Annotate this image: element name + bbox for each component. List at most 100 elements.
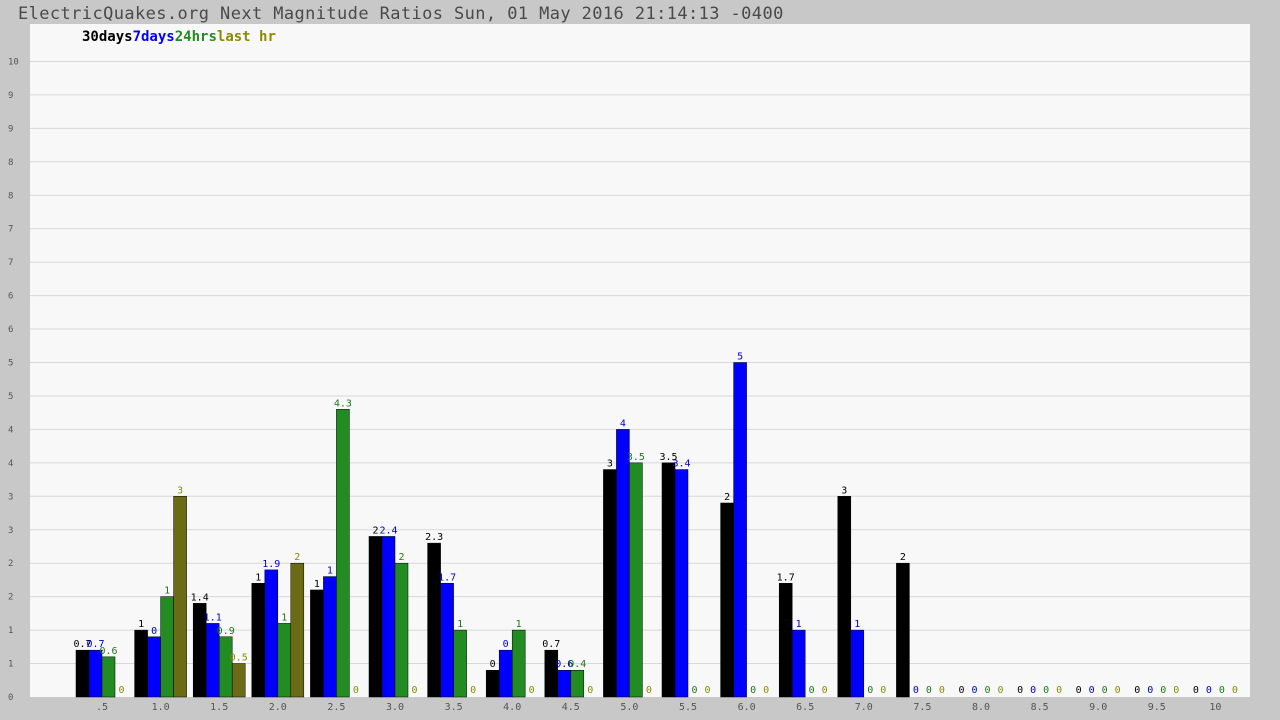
data-label: 0.4 — [568, 659, 586, 670]
data-label: 0 — [470, 685, 476, 696]
data-label: 5 — [737, 352, 743, 363]
data-label: 1 — [516, 619, 522, 630]
data-label: 0 — [926, 685, 932, 696]
bar-chart: 0112233445566778899100.70.70.60.510131.0… — [8, 24, 1250, 713]
bar-7days — [88, 649, 103, 698]
data-label: 2 — [724, 492, 730, 503]
x-tick-label: 2.5 — [327, 702, 345, 713]
data-label: 0.9 — [217, 626, 235, 637]
bar-30days — [896, 562, 910, 698]
y-tick-label: 5 — [8, 359, 13, 369]
data-label: 0 — [1134, 685, 1140, 696]
data-label: 0 — [880, 685, 886, 696]
data-label: 2 — [294, 552, 300, 563]
y-tick-label: 2 — [8, 559, 13, 569]
bar-7days — [381, 536, 396, 698]
bar-last-hr — [231, 663, 246, 698]
data-label: 0 — [411, 685, 417, 696]
legend-entry-30days: 30days — [82, 29, 133, 45]
data-label: 1 — [327, 566, 333, 577]
x-tick-label: 9.0 — [1089, 702, 1107, 713]
bar-7days — [791, 629, 806, 698]
bar-7days — [674, 469, 689, 698]
data-label: 3 — [607, 459, 613, 470]
data-label: 0 — [1219, 685, 1225, 696]
data-label: 0 — [1147, 685, 1153, 696]
data-label: 0 — [1115, 685, 1121, 696]
y-tick-label: 7 — [8, 225, 13, 235]
y-tick-label: 4 — [8, 459, 13, 469]
bar-24hrs — [629, 462, 643, 698]
bar-7days — [440, 583, 454, 698]
legend-entry-last-hr: last hr — [216, 29, 276, 45]
legend-entry-7days: 7days — [132, 29, 175, 45]
data-label: 1 — [314, 579, 320, 590]
bar-last-hr — [290, 562, 305, 698]
bar-24hrs — [394, 562, 409, 698]
data-label: 0 — [1193, 685, 1199, 696]
x-tick-label: 1.0 — [152, 702, 170, 713]
data-label: 1.7 — [438, 572, 456, 583]
bar-24hrs — [277, 623, 292, 698]
data-label: 1 — [854, 619, 860, 630]
data-label: 4 — [620, 418, 626, 429]
data-label: 0 — [1232, 685, 1238, 696]
x-tick-label: 3.0 — [386, 702, 404, 713]
data-label: 0.6 — [99, 646, 117, 657]
data-label: 0 — [1076, 685, 1082, 696]
bar-7days — [733, 362, 747, 698]
data-label: 0 — [1102, 685, 1108, 696]
bar-30days — [603, 469, 617, 698]
data-label: 0 — [958, 685, 964, 696]
bar-30days — [427, 542, 441, 698]
y-tick-label: 8 — [8, 158, 13, 168]
bar-30days — [75, 649, 90, 698]
data-label: 3.4 — [672, 459, 690, 470]
y-tick-label: 1 — [8, 626, 13, 636]
data-label: 0 — [587, 685, 593, 696]
data-label: 0 — [503, 639, 509, 650]
data-label: 1 — [796, 619, 802, 630]
bar-last-hr — [173, 496, 187, 698]
x-tick-label: 1.5 — [210, 702, 228, 713]
bar-30days — [544, 649, 559, 698]
x-tick-label: 9.5 — [1148, 702, 1166, 713]
x-tick-label: 5.5 — [679, 702, 697, 713]
data-label: 0 — [1089, 685, 1095, 696]
bar-30days — [720, 502, 734, 698]
chart-legend: 30days7days24hrslast hr — [82, 29, 276, 45]
x-tick-label: 5.0 — [620, 702, 638, 713]
y-tick-label: 9 — [8, 91, 13, 101]
bar-7days — [850, 629, 865, 698]
bar-30days — [837, 496, 852, 698]
bar-30days — [368, 536, 383, 698]
data-label: 0 — [822, 685, 828, 696]
data-label: 0 — [646, 685, 652, 696]
bar-24hrs — [570, 669, 585, 698]
bar-24hrs — [101, 656, 116, 698]
bar-24hrs — [511, 629, 526, 698]
data-label: 0 — [971, 685, 977, 696]
x-tick-label: 4.0 — [503, 702, 521, 713]
data-label: 0 — [867, 685, 873, 696]
data-label: 2.4 — [379, 525, 397, 536]
data-label: 0 — [118, 685, 124, 696]
data-label: 0 — [1173, 685, 1179, 696]
data-label: 0 — [1017, 685, 1023, 696]
data-label: 0 — [1056, 685, 1062, 696]
x-tick-label: .5 — [96, 702, 108, 713]
data-label: 1.1 — [204, 612, 222, 623]
data-label: 1.7 — [777, 572, 795, 583]
data-label: 4.3 — [334, 398, 352, 409]
bar-7days — [557, 669, 572, 698]
data-label: 0 — [151, 626, 157, 637]
x-tick-label: 2.0 — [269, 702, 287, 713]
data-label: 1.4 — [191, 592, 209, 603]
y-tick-label: 0 — [8, 693, 13, 703]
x-tick-label: 7.0 — [855, 702, 873, 713]
data-label: 1.9 — [262, 559, 280, 570]
data-label: 1 — [281, 612, 287, 623]
bar-30days — [485, 669, 500, 698]
data-label: 0 — [490, 659, 496, 670]
data-label: 0 — [750, 685, 756, 696]
